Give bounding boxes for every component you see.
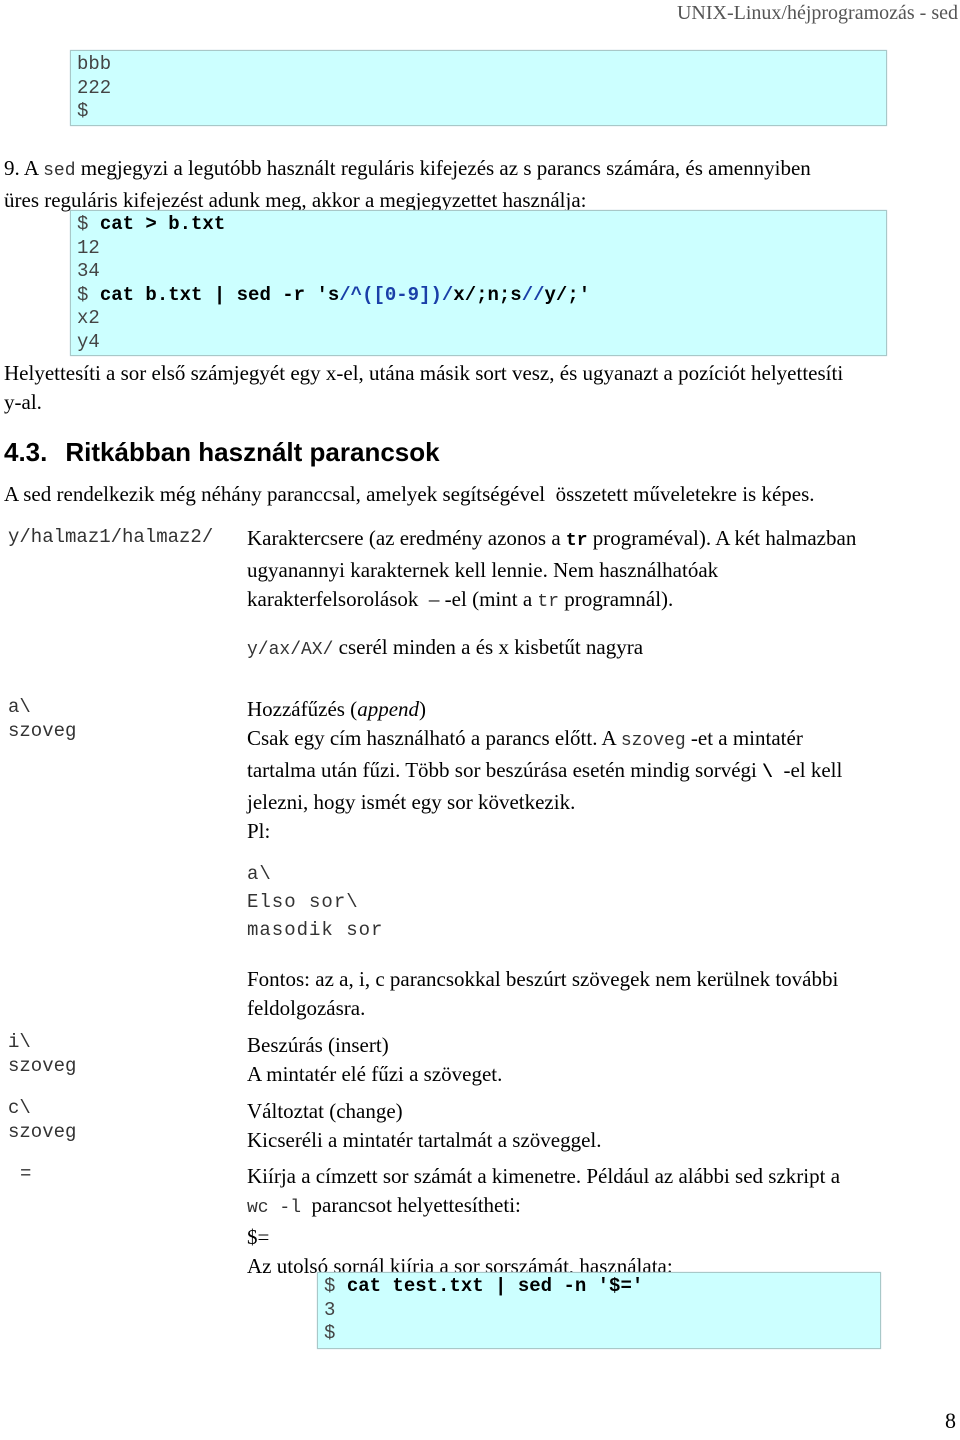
item-9-paragraph: 9. A sed megjegyzi a legutóbb használt r…: [4, 154, 954, 215]
code-line: $ cat > b.txt: [77, 213, 226, 235]
command-a-example: a\ Elso sor\ masodik sor: [247, 863, 384, 941]
code-line: y4: [77, 330, 100, 353]
code-block-sed-example: $ cat > b.txt 12 34 $ cat b.txt | sed -r…: [70, 210, 887, 356]
code-line: $: [77, 100, 89, 122]
code-line: $: [324, 1322, 336, 1344]
command-c-syntax: c\ szoveg: [8, 1097, 77, 1143]
section-title: Ritkábban használt parancsok: [65, 437, 440, 467]
command-c-description: Változtat (change) Kicseréli a mintatér …: [247, 1099, 602, 1152]
command-eq-description: Kiírja a címzett sor számát a kimenetre.…: [247, 1164, 841, 1278]
command-y-description: Karaktercsere (az eredmény azonos a tr p…: [247, 526, 857, 612]
command-i-description: Beszúrás (insert) A mintatér elé fűzi a …: [247, 1033, 503, 1086]
command-a-description: Hozzáfűzés (append) Csak egy cím használ…: [247, 695, 957, 846]
section-number: 4.3.: [4, 437, 48, 467]
command-y-example: y/ax/AX/ cserél minden a és x kisbetűt n…: [247, 635, 644, 660]
code-line: 12: [77, 236, 100, 259]
section-intro: A sed rendelkezik még néhány paranccsal,…: [4, 482, 815, 506]
item-9-line-1: 9. A sed megjegyzi a legutóbb használt r…: [4, 156, 811, 181]
code-line: $ cat test.txt | sed -n '$=': [324, 1275, 644, 1297]
code-line: 222: [77, 76, 112, 99]
code-line: x2: [77, 307, 100, 329]
code-line: 3: [324, 1298, 336, 1321]
explanation-paragraph: Helyettesíti a sor első számjegyét egy x…: [4, 361, 844, 414]
command-i-syntax: i\ szoveg: [8, 1031, 77, 1077]
page-header-title: UNIX-Linux/héjprogramozás - sed: [676, 2, 958, 24]
code-line: $ cat b.txt | sed -r 's/^([0-9])/x/;n;s/…: [77, 283, 591, 306]
code-block-output: bbb 222 $: [70, 50, 887, 126]
command-a-syntax: a\ szoveg: [8, 696, 77, 742]
command-a-note: Fontos: az a, i, c parancsokkal beszúrt …: [247, 967, 839, 1020]
command-eq-syntax: =: [20, 1163, 32, 1185]
code-line: 34: [77, 260, 100, 282]
code-line: bbb: [77, 53, 112, 75]
code-block-line-count: $ cat test.txt | sed -n '$=' 3 $: [317, 1272, 881, 1349]
section-heading: 4.3. Ritkábban használt parancsok: [4, 437, 440, 468]
page-number: 8: [945, 1408, 956, 1433]
command-y-syntax: y/halmaz1/halmaz2/: [8, 526, 214, 548]
command-a-title: Hozzáfűzés (append): [247, 697, 427, 721]
sed-inline-code: sed: [43, 161, 76, 181]
